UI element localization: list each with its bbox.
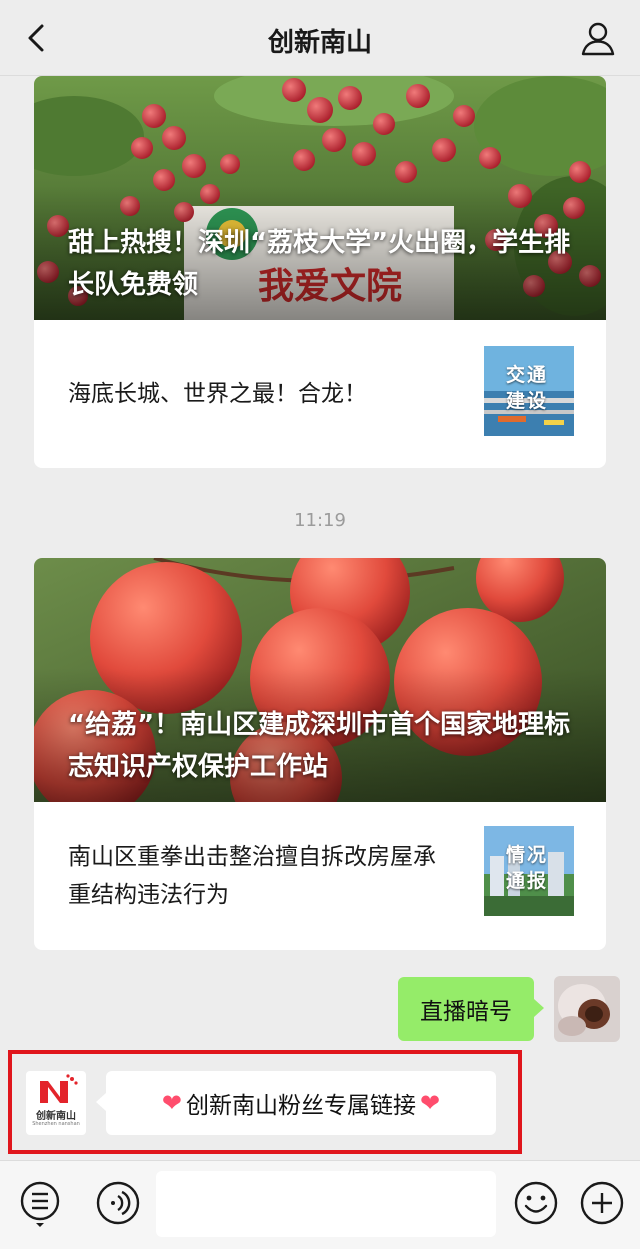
- official-account-avatar[interactable]: 创新南山 Shenzhen nanshan: [26, 1071, 86, 1135]
- incoming-message-text: 创新南山粉丝专属链接: [186, 1093, 416, 1119]
- article-sub-title: 南山区重拳出击整治擅自拆改房屋承重结构违法行为: [68, 844, 436, 908]
- article-sub-item[interactable]: 海底长城、世界之最！合龙！ 交通建设: [34, 320, 606, 468]
- outgoing-message-text: 直播暗号: [420, 999, 512, 1025]
- page-title: 创新南山: [267, 28, 372, 58]
- thumbnail-label: 情况通报: [506, 844, 549, 892]
- heart-emoji-icon: ❤: [420, 1089, 441, 1117]
- chat-screen: 创新南山 甜上热搜！深圳“荔枝大学”火出圈，学生排长队免费领 海底长城、世界之最…: [0, 0, 640, 1249]
- top-navigation-bar: 创新南山: [0, 0, 640, 76]
- logo-text: 创新南山: [36, 1111, 76, 1122]
- article-hero[interactable]: “给荔”！南山区建成深圳市首个国家地理标志知识产权保护工作站: [34, 558, 606, 802]
- message-timestamp: 11:19: [294, 510, 346, 531]
- avatar[interactable]: [554, 976, 620, 1042]
- article-sub-title: 海底长城、世界之最！合龙！: [68, 381, 367, 407]
- thumbnail-label: 交通建设: [506, 364, 549, 412]
- outgoing-message-bubble[interactable]: 直播暗号: [398, 977, 544, 1041]
- article-sub-item[interactable]: 南山区重拳出击整治擅自拆改房屋承重结构违法行为 情况通报: [34, 802, 606, 950]
- heart-emoji-icon: ❤: [161, 1089, 182, 1117]
- emoji-icon[interactable]: [512, 1179, 560, 1227]
- incoming-message-bubble[interactable]: ❤ 创新南山粉丝专属链接 ❤: [96, 1071, 496, 1135]
- article-hero[interactable]: 我爱文院 甜上热搜！深圳“荔枝大学”火出圈，学生排长队免费领: [34, 76, 606, 320]
- input-toolbar: [0, 1160, 640, 1249]
- person-icon[interactable]: [578, 18, 618, 58]
- plus-icon[interactable]: [578, 1179, 626, 1227]
- list-menu-icon[interactable]: [16, 1179, 64, 1227]
- voice-icon[interactable]: [94, 1179, 142, 1227]
- article-thumbnail: 交通建设: [484, 346, 574, 436]
- article-card[interactable]: “给荔”！南山区建成深圳市首个国家地理标志知识产权保护工作站 南山区重拳出击整治…: [34, 558, 606, 950]
- article-headline: 甜上热搜！深圳“荔枝大学”火出圈，学生排长队免费领: [68, 228, 571, 300]
- article-headline: “给荔”！南山区建成深圳市首个国家地理标志知识产权保护工作站: [68, 710, 571, 782]
- logo-subtext: Shenzhen nanshan: [32, 1121, 80, 1127]
- article-card[interactable]: 我爱文院 甜上热搜！深圳“荔枝大学”火出圈，学生排长队免费领: [34, 76, 606, 468]
- article-thumbnail: 情况通报: [484, 826, 574, 916]
- logo-icon: [40, 1074, 78, 1103]
- message-input[interactable]: [156, 1171, 496, 1237]
